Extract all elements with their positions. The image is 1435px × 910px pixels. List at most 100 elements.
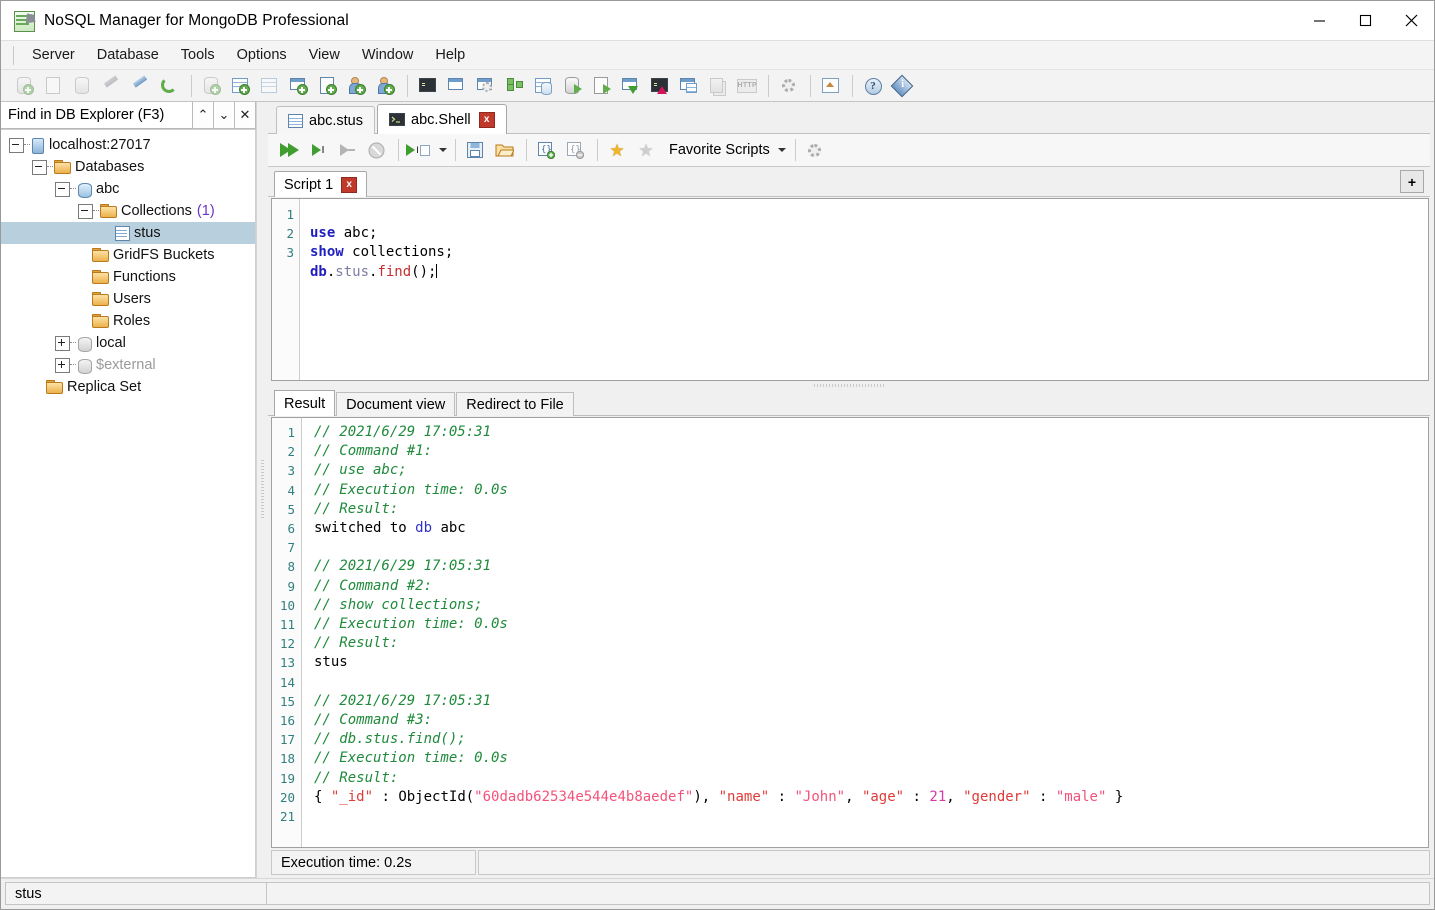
db-explorer-tree[interactable]: localhost:27017 Databases abc Collection… [1,130,256,878]
connect-icon[interactable] [98,73,124,99]
vertical-splitter[interactable] [257,102,268,878]
export-icon[interactable] [588,73,614,99]
expander-icon[interactable] [9,137,24,153]
execute-step-icon[interactable] [334,137,360,163]
find-next-button[interactable]: ⌄ [214,102,235,129]
script-tab-1[interactable]: Script 1 x [274,171,368,197]
about-icon[interactable] [888,73,914,99]
line-number: 12 [279,636,295,652]
tab-abc-stus[interactable]: abc.stus [276,106,375,134]
menu-window[interactable]: Window [351,44,425,66]
help-icon[interactable]: ? [859,73,885,99]
tab-redirect-to-file[interactable]: Redirect to File [456,392,574,416]
find-close-button[interactable]: ✕ [235,102,256,129]
expander-icon[interactable] [32,159,47,175]
menu-database[interactable]: Database [86,44,170,66]
disconnect-icon[interactable] [127,73,153,99]
tree-view-icon[interactable] [501,73,527,99]
tree-node-collections[interactable]: Collections (1) [1,200,255,222]
new-view-icon[interactable] [256,73,282,99]
script-tab-close-icon[interactable]: x [341,176,358,193]
tree-node-local[interactable]: local [1,332,255,354]
backup-icon[interactable] [704,73,730,99]
tree-node-label: Replica Set [67,379,142,395]
save-script-icon[interactable] [462,137,488,163]
expander-icon[interactable] [55,335,70,351]
tree-node-users[interactable]: Users [1,288,255,310]
expander-icon[interactable] [78,203,93,219]
import-data-icon[interactable] [617,73,643,99]
execute-options-icon[interactable]: I [405,137,431,163]
collection-stats-icon[interactable] [472,73,498,99]
tree-node-roles[interactable]: Roles [1,310,255,332]
result-pane[interactable]: 1 2 3 4 5 6 7 8 9 10 11 12 13 14 15 16 17 18 19 20 21 // 202… [271,417,1429,848]
menu-server[interactable]: Server [21,44,86,66]
editor-code[interactable]: use abc; show collections; db.stus.find(); [300,199,1428,380]
execute-current-icon[interactable]: I [305,137,331,163]
stop-icon[interactable] [363,137,389,163]
execute-all-icon[interactable] [276,137,302,163]
shell-icon[interactable] [414,73,440,99]
expander-icon[interactable] [55,357,70,373]
shell-window-icon[interactable] [675,73,701,99]
collection-icon [114,226,130,241]
refresh-icon[interactable] [156,73,182,99]
result-token: ObjectId( [398,788,475,805]
tab-abc-shell[interactable]: abc.Shell x [377,104,507,134]
menu-tools[interactable]: Tools [170,44,226,66]
tab-result[interactable]: Result [274,390,336,416]
http-icon[interactable]: HTTP [733,73,759,99]
document-view-icon[interactable] [443,73,469,99]
tab-document-view[interactable]: Document view [336,392,456,416]
close-button[interactable] [1388,1,1434,40]
expander-icon[interactable] [55,181,70,197]
tree-node-abc[interactable]: abc [1,178,255,200]
tree-node-gridfs-buckets[interactable]: GridFS Buckets [1,244,255,266]
menu-view[interactable]: View [298,44,351,66]
add-script-tab-button[interactable]: + [1400,170,1424,193]
execute-options-dropdown[interactable] [434,137,447,163]
tree-node-localhost[interactable]: localhost:27017 [1,134,255,156]
new-collection-icon[interactable] [227,73,253,99]
favorite-scripts-label[interactable]: Favorite Scripts [665,139,774,161]
maximize-button[interactable] [1342,1,1388,40]
remove-favorite-icon[interactable]: ★ [633,137,659,163]
export-data-icon[interactable] [646,73,672,99]
menu-options[interactable]: Options [226,44,298,66]
add-favorite-icon[interactable]: ★ [604,137,630,163]
open-script-icon[interactable] [491,137,517,163]
new-window-icon[interactable] [285,73,311,99]
tree-node-functions[interactable]: Functions [1,266,255,288]
home-icon[interactable] [817,73,843,99]
edit-connection-icon[interactable] [40,73,66,99]
new-connection-icon[interactable] [11,73,37,99]
tree-node-replica-set[interactable]: Replica Set [1,376,255,398]
minimize-button[interactable] [1296,1,1342,40]
result-token: // Result: [314,500,399,517]
new-function-icon[interactable] [314,73,340,99]
new-database-icon[interactable] [198,73,224,99]
menu-help[interactable]: Help [424,44,476,66]
horizontal-splitter[interactable] [268,381,1430,390]
unformat-json-icon[interactable]: {} [562,137,588,163]
gear-icon[interactable] [802,137,828,163]
new-role-icon[interactable] [372,73,398,99]
tree-node-stus[interactable]: stus [1,222,255,244]
result-code[interactable]: // 2021/6/29 17:05:31 // Command #1: // us… [302,418,1428,847]
copy-connection-icon[interactable] [69,73,95,99]
find-previous-button[interactable]: ⌃ [193,102,214,129]
tree-node-label: abc [96,181,120,197]
new-user-icon[interactable] [343,73,369,99]
find-input[interactable]: Find in DB Explorer (F3) [1,102,193,129]
script-editor[interactable]: 1 2 3 use abc; show collections; db.stus.f… [271,198,1429,381]
import-icon[interactable] [559,73,585,99]
tree-node-databases[interactable]: Databases [1,156,255,178]
result-line: // Execution time: 0.0s [314,749,1428,768]
format-json-icon[interactable]: {} [533,137,559,163]
tab-close-icon[interactable]: x [478,111,495,128]
line-number: 15 [279,693,295,709]
tree-node-external[interactable]: $external [1,354,255,376]
options-icon[interactable] [775,73,801,99]
favorite-scripts-dropdown[interactable] [774,137,787,163]
aggregation-icon[interactable] [530,73,556,99]
